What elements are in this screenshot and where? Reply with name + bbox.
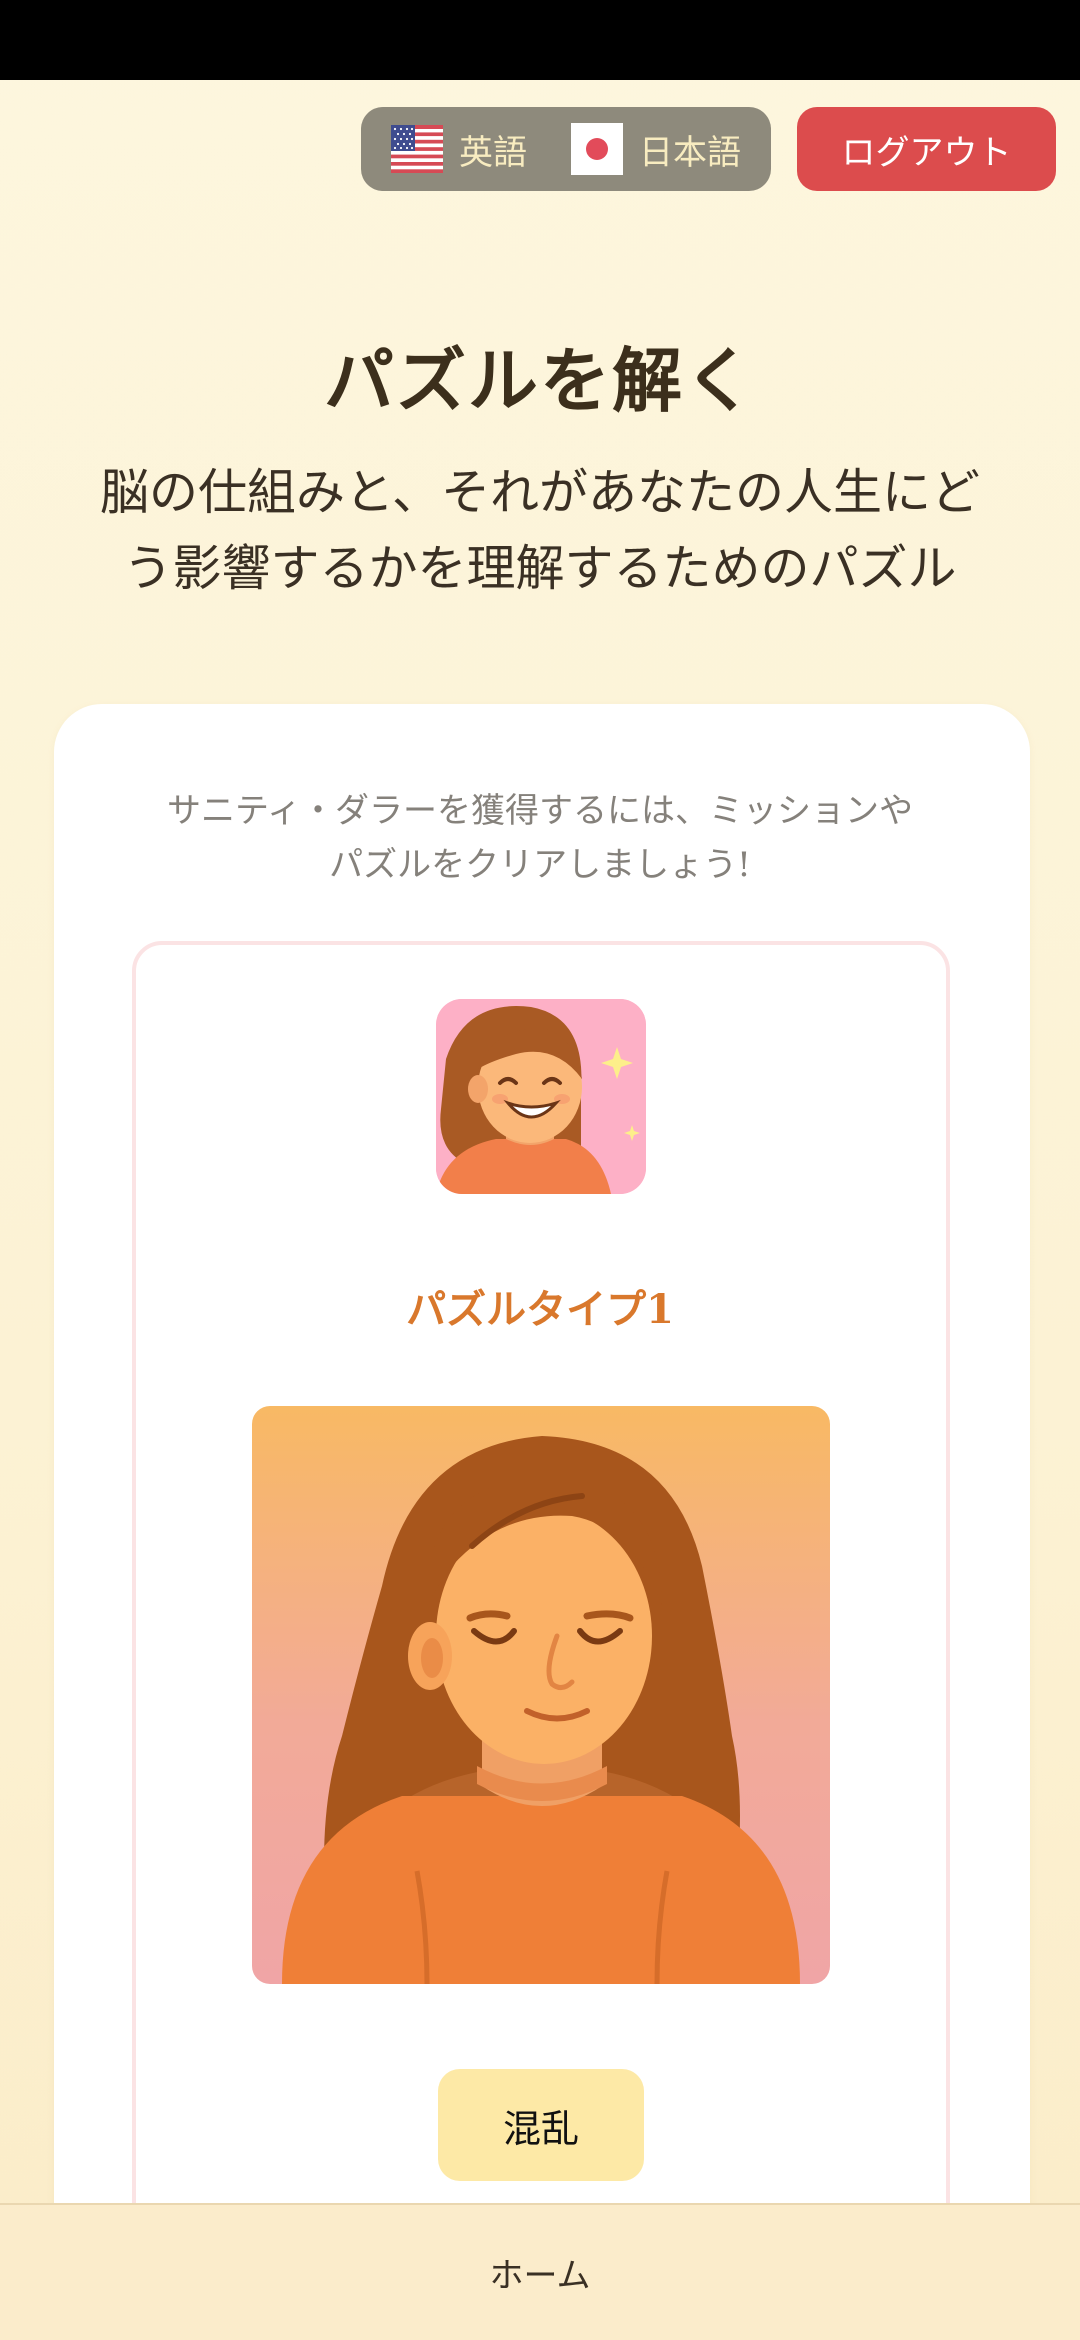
shuffle-button[interactable]: 混乱: [438, 2069, 644, 2181]
sanity-dollar-hint: サニティ・ダラーを獲得するには、ミッションや パズルをクリアしましょう!: [110, 784, 970, 892]
page-subtitle-line-1: 脳の仕組みと、それがあなたの人生にど: [99, 464, 981, 521]
hint-line-2: パズルをクリアしましょう!: [329, 845, 751, 885]
page-title: パズルを解く: [324, 339, 756, 422]
puzzle-avatar: [436, 999, 646, 1194]
language-label-english: 英語: [459, 132, 527, 173]
page-subtitle-line-2: う影響するかを理解するためのパズル: [123, 540, 957, 597]
language-toggle: 英語 日本語: [361, 107, 771, 191]
status-bar: [0, 0, 1080, 80]
page-subtitle: 脳の仕組みと、それがあなたの人生にど う影響するかを理解するためのパズル: [60, 455, 1020, 607]
puzzle-type-label: パズルタイプ1: [406, 1286, 674, 1333]
language-option-japanese[interactable]: 日本語: [527, 123, 741, 175]
calm-girl-puzzle-illustration: [252, 1406, 830, 1984]
puzzle-image[interactable]: [252, 1406, 830, 1984]
nav-home[interactable]: ホーム: [0, 2205, 1080, 2340]
language-option-english[interactable]: 英語: [391, 125, 527, 174]
bottom-nav: ホーム: [0, 2203, 1080, 2340]
logout-button[interactable]: ログアウト: [797, 107, 1056, 191]
us-flag-icon: [391, 125, 443, 173]
jp-flag-icon: [571, 123, 623, 175]
happy-girl-avatar-illustration: [436, 999, 646, 1194]
language-label-japanese: 日本語: [639, 132, 741, 173]
hint-line-1: サニティ・ダラーを獲得するには、ミッションや: [167, 791, 913, 831]
